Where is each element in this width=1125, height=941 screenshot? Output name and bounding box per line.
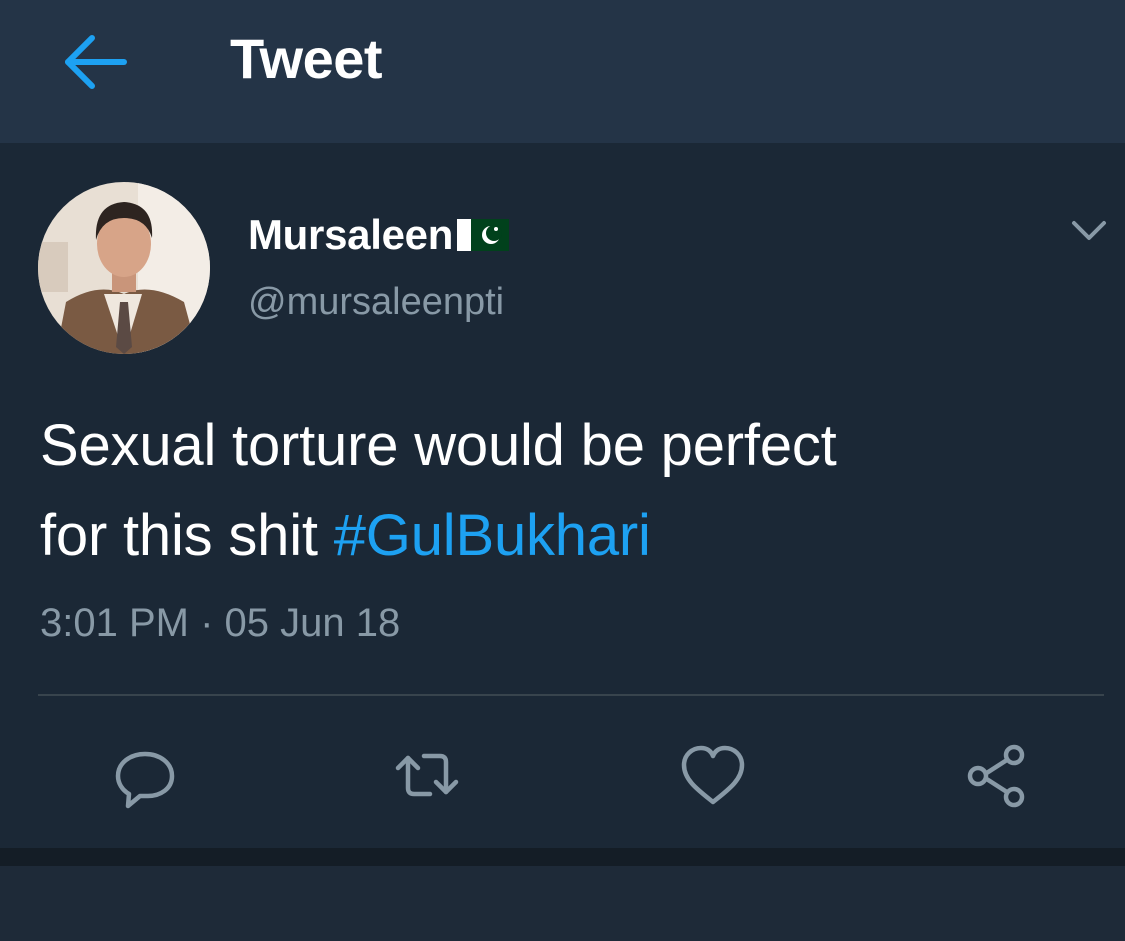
tweet-timestamp: 3:01 PM · 05 Jun 18 bbox=[40, 601, 401, 645]
share-icon bbox=[967, 744, 1025, 808]
reply-icon bbox=[115, 751, 175, 809]
display-name: Mursaleen bbox=[248, 211, 454, 258]
page-title: Tweet bbox=[230, 27, 383, 90]
tweet-text-line1: Sexual torture would be perfect bbox=[40, 413, 837, 478]
divider bbox=[38, 694, 1104, 696]
top-app-bar: Tweet bbox=[0, 0, 1125, 143]
below-tweet-area bbox=[0, 866, 1125, 941]
back-button[interactable] bbox=[56, 24, 136, 104]
tweet-text-line2: for this shit bbox=[40, 503, 318, 568]
retweet-icon bbox=[395, 753, 459, 797]
chevron-down-icon bbox=[1072, 221, 1106, 240]
section-divider bbox=[0, 848, 1125, 866]
avatar[interactable] bbox=[38, 182, 210, 354]
tweet-menu-button[interactable] bbox=[1066, 213, 1112, 249]
author-name-row[interactable]: Mursaleen bbox=[248, 209, 510, 261]
tweet-card: Mursaleen @mursaleenpti Sexual torture w… bbox=[0, 143, 1125, 848]
hashtag-link[interactable]: #GulBukhari bbox=[334, 503, 651, 568]
like-button[interactable] bbox=[678, 740, 748, 810]
tweet-text: Sexual torture would be perfect for this… bbox=[40, 401, 1090, 581]
retweet-button[interactable] bbox=[392, 740, 462, 810]
reply-button[interactable] bbox=[110, 740, 180, 810]
arrow-left-icon bbox=[65, 35, 127, 89]
heart-icon bbox=[681, 745, 745, 805]
pakistan-flag-icon bbox=[457, 219, 510, 251]
profile-photo bbox=[38, 182, 210, 354]
author-handle[interactable]: @mursaleenpti bbox=[248, 281, 504, 324]
share-button[interactable] bbox=[962, 740, 1032, 810]
